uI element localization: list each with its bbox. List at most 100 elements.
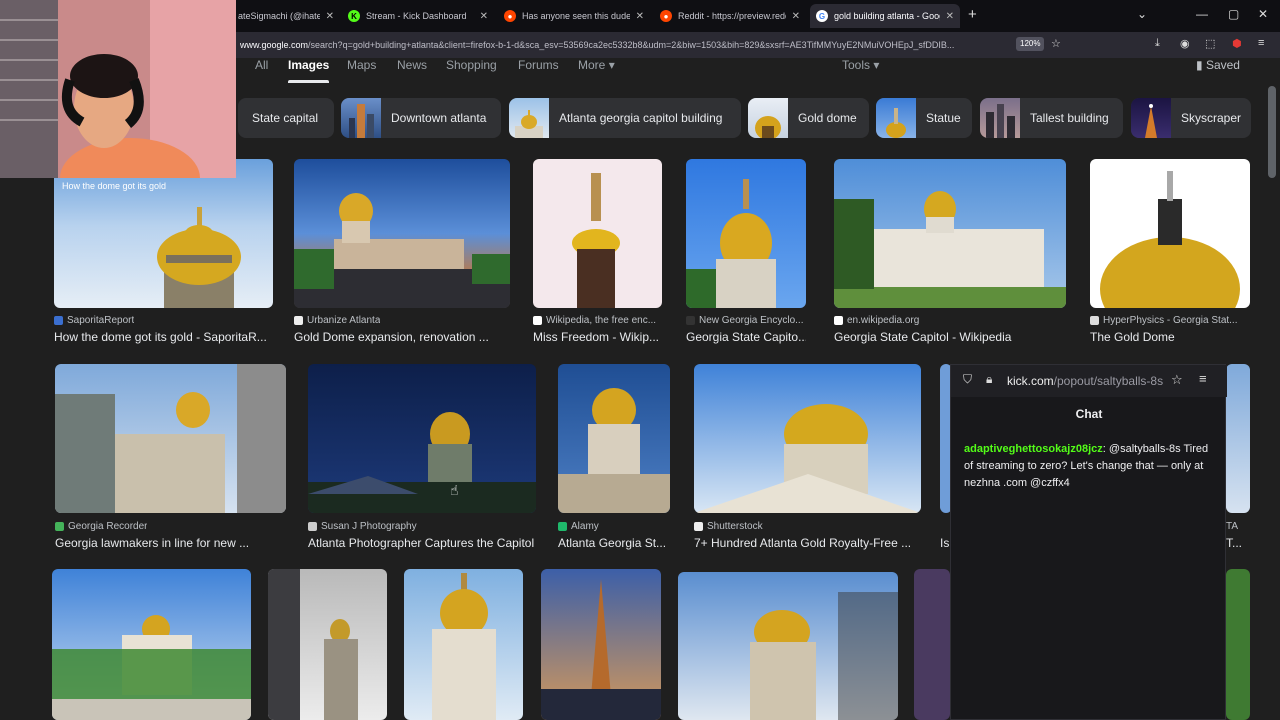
- result-source[interactable]: TA: [1226, 521, 1238, 532]
- result-caption[interactable]: The Gold Dome: [1090, 330, 1250, 344]
- result-source[interactable]: HyperPhysics - Georgia Stat...: [1090, 315, 1238, 326]
- chat-username[interactable]: adaptiveghettosokajz08jcz: [964, 443, 1103, 455]
- minimize-icon[interactable]: —: [1196, 7, 1208, 21]
- image-result[interactable]: Susan J Photography Atlanta Photographer…: [308, 364, 536, 550]
- result-thumbnail[interactable]: How the dome got its gold: [54, 159, 273, 308]
- maximize-icon[interactable]: ▢: [1228, 7, 1239, 21]
- result-caption[interactable]: 7+ Hundred Atlanta Gold Royalty-Free ...: [694, 536, 921, 550]
- result-caption[interactable]: Georgia lawmakers in line for new ...: [55, 536, 286, 550]
- extensions-icon[interactable]: ⬚: [1205, 37, 1215, 50]
- result-caption[interactable]: T...: [1226, 536, 1250, 550]
- result-thumbnail[interactable]: [52, 569, 251, 720]
- result-thumbnail[interactable]: [558, 364, 670, 513]
- tools-button[interactable]: Tools ▾: [842, 58, 879, 72]
- tab-maps[interactable]: Maps: [347, 58, 376, 72]
- tab-all[interactable]: All: [255, 58, 268, 72]
- new-tab-plus-icon[interactable]: +: [968, 6, 977, 23]
- tab-list-chevron-icon[interactable]: ⌄: [1137, 7, 1147, 21]
- tab-more[interactable]: More ▾: [578, 58, 615, 72]
- result-thumbnail[interactable]: [533, 159, 662, 308]
- chip-gold-dome[interactable]: Gold dome: [748, 98, 869, 138]
- result-source[interactable]: New Georgia Encyclo...: [686, 315, 804, 326]
- menu-hamburger-icon[interactable]: ≡: [1258, 37, 1264, 49]
- result-source[interactable]: en.wikipedia.org: [834, 315, 919, 326]
- image-result[interactable]: [678, 572, 898, 720]
- image-result[interactable]: TA T...: [1226, 364, 1250, 550]
- chip-atlanta-georgia-capitol-building[interactable]: Atlanta georgia capitol building: [509, 98, 741, 138]
- tab-shopping[interactable]: Shopping: [446, 58, 497, 72]
- chip-statue[interactable]: Statue: [876, 98, 972, 138]
- result-caption[interactable]: Georgia State Capito...: [686, 330, 806, 344]
- bookmark-star-icon[interactable]: ☆: [1171, 372, 1183, 388]
- image-result[interactable]: Urbanize Atlanta Gold Dome expansion, re…: [294, 159, 510, 344]
- result-caption[interactable]: Atlanta Georgia St...: [558, 536, 670, 550]
- zoom-level-badge[interactable]: 120%: [1016, 37, 1045, 51]
- page-scrollbar[interactable]: [1268, 86, 1276, 178]
- result-source[interactable]: Urbanize Atlanta: [294, 315, 380, 326]
- result-thumbnail[interactable]: [834, 159, 1066, 308]
- close-icon[interactable]: ✕: [636, 11, 644, 22]
- close-icon[interactable]: ✕: [792, 11, 800, 22]
- bookmark-star-icon[interactable]: ☆: [1051, 37, 1061, 50]
- image-result[interactable]: [268, 569, 387, 720]
- address-bar[interactable]: www.google.com/search?q=gold+building+at…: [240, 36, 1010, 54]
- image-result[interactable]: [541, 569, 661, 720]
- result-thumbnail[interactable]: [294, 159, 510, 308]
- result-thumbnail[interactable]: [1226, 364, 1250, 513]
- chip-skyscraper[interactable]: Skyscraper: [1131, 98, 1251, 138]
- result-thumbnail[interactable]: [678, 572, 898, 720]
- image-result[interactable]: [52, 569, 251, 720]
- result-thumbnail[interactable]: [1226, 569, 1250, 720]
- image-result[interactable]: New Georgia Encyclo... Georgia State Cap…: [686, 159, 806, 344]
- close-icon[interactable]: ✕: [326, 11, 334, 22]
- image-result[interactable]: Wikipedia, the free enc... Miss Freedom …: [533, 159, 662, 344]
- result-source[interactable]: Georgia Recorder: [55, 521, 147, 532]
- result-source[interactable]: SaporitaReport: [54, 315, 134, 326]
- close-icon[interactable]: ✕: [480, 11, 488, 22]
- result-thumbnail[interactable]: [541, 569, 661, 720]
- result-thumbnail[interactable]: [686, 159, 806, 308]
- image-result[interactable]: Alamy Atlanta Georgia St...: [558, 364, 670, 550]
- browser-tab-kick[interactable]: K Stream - Kick Dashboard ✕: [342, 4, 494, 28]
- image-result[interactable]: How the dome got its gold SaporitaReport…: [54, 159, 273, 344]
- result-thumbnail[interactable]: [694, 364, 921, 513]
- saved-button[interactable]: ▮ Saved: [1196, 58, 1240, 72]
- browser-tab-google[interactable]: G gold building atlanta - Google S ✕: [810, 4, 960, 28]
- result-thumbnail[interactable]: [55, 364, 286, 513]
- result-source[interactable]: Wikipedia, the free enc...: [533, 315, 656, 326]
- result-thumbnail[interactable]: [1090, 159, 1250, 308]
- chip-state-capital[interactable]: State capital: [238, 98, 334, 138]
- tab-forums[interactable]: Forums: [518, 58, 559, 72]
- result-thumbnail[interactable]: [308, 364, 536, 513]
- result-thumbnail[interactable]: [404, 569, 523, 720]
- result-thumbnail[interactable]: [914, 569, 950, 720]
- downloads-icon[interactable]: ⤓: [1155, 37, 1160, 50]
- result-caption[interactable]: Gold Dome expansion, renovation ...: [294, 330, 510, 344]
- browser-tab-x[interactable]: ateSigmachi (@ihatesign ✕: [232, 4, 340, 28]
- result-source[interactable]: Alamy: [558, 521, 599, 532]
- image-result[interactable]: [404, 569, 523, 720]
- window-close-icon[interactable]: ✕: [1258, 7, 1268, 21]
- menu-hamburger-icon[interactable]: ≡: [1199, 371, 1207, 386]
- result-caption[interactable]: Georgia State Capitol - Wikipedia: [834, 330, 1066, 344]
- image-result[interactable]: HyperPhysics - Georgia Stat... The Gold …: [1090, 159, 1250, 344]
- shield-icon[interactable]: ⛉: [963, 372, 972, 387]
- result-source[interactable]: Susan J Photography: [308, 521, 417, 532]
- account-icon[interactable]: ◉: [1180, 37, 1190, 50]
- result-caption[interactable]: Miss Freedom - Wikip...: [533, 330, 662, 344]
- result-source[interactable]: Shutterstock: [694, 521, 763, 532]
- result-thumbnail[interactable]: [268, 569, 387, 720]
- browser-tab-reddit-1[interactable]: ● Has anyone seen this dude on ... ✕: [498, 4, 650, 28]
- chip-tallest-building[interactable]: Tallest building: [980, 98, 1123, 138]
- chip-downtown-atlanta[interactable]: Downtown atlanta: [341, 98, 501, 138]
- browser-tab-reddit-2[interactable]: ● Reddit - https://preview.redd.it/... ✕: [654, 4, 806, 28]
- image-result[interactable]: [914, 569, 950, 720]
- close-icon[interactable]: ✕: [946, 11, 954, 22]
- tab-news[interactable]: News: [397, 58, 427, 72]
- ublock-icon[interactable]: ⬢: [1232, 37, 1242, 50]
- image-result[interactable]: Georgia Recorder Georgia lawmakers in li…: [55, 364, 286, 550]
- result-caption[interactable]: Atlanta Photographer Captures the Capito…: [308, 536, 536, 550]
- tab-images[interactable]: Images: [288, 58, 330, 83]
- image-result[interactable]: Shutterstock 7+ Hundred Atlanta Gold Roy…: [694, 364, 921, 550]
- result-caption[interactable]: How the dome got its gold - SaporitaR...: [54, 330, 273, 344]
